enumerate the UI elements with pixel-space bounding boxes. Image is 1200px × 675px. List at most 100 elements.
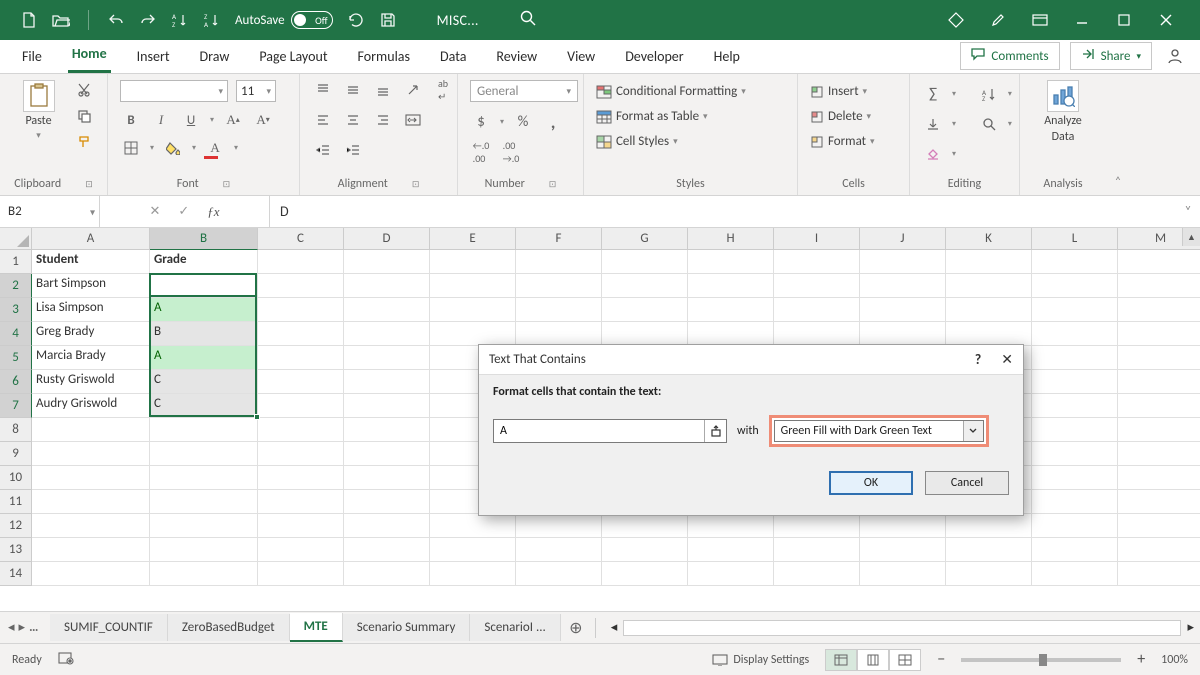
cell[interactable] [1032, 394, 1118, 418]
align-left-icon[interactable] [312, 110, 334, 130]
cell[interactable] [258, 538, 344, 562]
tab-developer[interactable]: Developer [621, 42, 687, 73]
cell[interactable] [774, 322, 860, 346]
cell[interactable] [1118, 370, 1200, 394]
cell[interactable] [344, 538, 430, 562]
cell[interactable] [774, 250, 860, 274]
cell[interactable] [430, 274, 516, 298]
zoom-level[interactable]: 100% [1161, 653, 1188, 667]
cell[interactable]: Lisa Simpson [32, 298, 150, 322]
autosum-icon[interactable]: ∑ [922, 84, 944, 104]
sort-filter-icon[interactable]: AZ [978, 84, 1000, 104]
cell[interactable] [344, 442, 430, 466]
cell[interactable] [688, 250, 774, 274]
row-header[interactable]: 4 [0, 322, 32, 346]
cell[interactable] [1032, 562, 1118, 586]
cell[interactable] [602, 514, 688, 538]
scroll-up-icon[interactable]: ▲ [1182, 228, 1200, 246]
column-header[interactable]: K [946, 228, 1032, 250]
cell[interactable] [32, 538, 150, 562]
clear-icon[interactable] [922, 144, 944, 164]
sort-asc-icon[interactable]: AZ [171, 11, 189, 29]
tab-view[interactable]: View [563, 42, 599, 73]
new-sheet-button[interactable]: ⊕ [561, 618, 591, 638]
zoom-out-button[interactable]: − [937, 650, 945, 669]
cell[interactable] [1032, 442, 1118, 466]
cell[interactable] [258, 394, 344, 418]
sheet-nav-prev-icon[interactable]: ◂ [8, 620, 15, 635]
find-icon[interactable] [978, 114, 1000, 134]
cell[interactable] [602, 298, 688, 322]
cell[interactable] [32, 442, 150, 466]
cell[interactable] [1032, 250, 1118, 274]
tab-formulas[interactable]: Formulas [354, 42, 414, 73]
align-middle-icon[interactable] [342, 80, 364, 100]
cell[interactable] [1032, 418, 1118, 442]
row-header[interactable]: 11 [0, 490, 32, 514]
cell[interactable] [516, 562, 602, 586]
cell[interactable] [946, 538, 1032, 562]
column-header[interactable]: J [860, 228, 946, 250]
cell[interactable] [150, 538, 258, 562]
cell[interactable] [1118, 394, 1200, 418]
sheet-tab[interactable]: MTE [290, 613, 343, 642]
row-header[interactable]: 8 [0, 418, 32, 442]
column-header[interactable]: C [258, 228, 344, 250]
cell[interactable] [1118, 250, 1200, 274]
macro-record-icon[interactable] [58, 651, 74, 669]
paste-button[interactable]: Paste ▾ [12, 80, 65, 141]
sheet-tab[interactable]: Scenario Summary [343, 614, 471, 641]
normal-view-button[interactable] [825, 649, 857, 671]
row-header[interactable]: 5 [0, 346, 32, 370]
cell[interactable] [430, 298, 516, 322]
cell[interactable] [430, 250, 516, 274]
dialog-title-bar[interactable]: Text That Contains ? ✕ [479, 345, 1023, 375]
cell[interactable] [1118, 514, 1200, 538]
cell[interactable] [430, 514, 516, 538]
cell[interactable] [344, 394, 430, 418]
align-right-icon[interactable] [372, 110, 394, 130]
sort-desc-icon[interactable]: ZA [203, 11, 221, 29]
cell[interactable] [344, 370, 430, 394]
cell[interactable] [150, 418, 258, 442]
cell[interactable] [1032, 538, 1118, 562]
minimize-icon[interactable] [1072, 10, 1092, 30]
cell[interactable] [430, 538, 516, 562]
cell[interactable] [258, 490, 344, 514]
increase-indent-icon[interactable] [342, 140, 364, 160]
row-header[interactable]: 12 [0, 514, 32, 538]
column-header[interactable]: H [688, 228, 774, 250]
percent-icon[interactable]: % [512, 112, 534, 132]
insert-cells-button[interactable]: Insert ▾ [810, 84, 867, 99]
collapse-ribbon-icon[interactable]: ˄ [1106, 74, 1130, 195]
cell[interactable]: B [150, 322, 258, 346]
diamond-icon[interactable] [946, 10, 966, 30]
cell[interactable]: Rusty Griswold [32, 370, 150, 394]
copy-icon[interactable] [73, 106, 95, 126]
cell[interactable] [258, 466, 344, 490]
row-header[interactable]: 2 [0, 274, 32, 298]
align-bottom-icon[interactable] [372, 80, 394, 100]
cell-styles-button[interactable]: Cell Styles ▾ [596, 134, 678, 149]
cell[interactable] [860, 562, 946, 586]
cell[interactable]: Marcia Brady [32, 346, 150, 370]
font-size-select[interactable]: 11▾ [236, 80, 276, 102]
cell[interactable]: Greg Brady [32, 322, 150, 346]
cell[interactable] [344, 466, 430, 490]
decrease-decimal-icon[interactable]: .00→.0 [500, 142, 522, 162]
cell[interactable] [516, 298, 602, 322]
font-name-select[interactable]: ▾ [120, 80, 228, 102]
cell[interactable] [344, 490, 430, 514]
chevron-down-icon[interactable] [963, 421, 983, 441]
conditional-formatting-button[interactable]: Conditional Formatting ▾ [596, 84, 746, 99]
dialog-text-input[interactable] [493, 419, 727, 443]
cell[interactable] [602, 562, 688, 586]
select-all-button[interactable] [0, 228, 32, 250]
cell[interactable] [860, 322, 946, 346]
cell[interactable]: C [150, 394, 258, 418]
cell[interactable] [150, 562, 258, 586]
formula-input[interactable]: D [270, 196, 1176, 227]
cell[interactable] [32, 514, 150, 538]
cell[interactable] [774, 562, 860, 586]
cell[interactable] [258, 442, 344, 466]
